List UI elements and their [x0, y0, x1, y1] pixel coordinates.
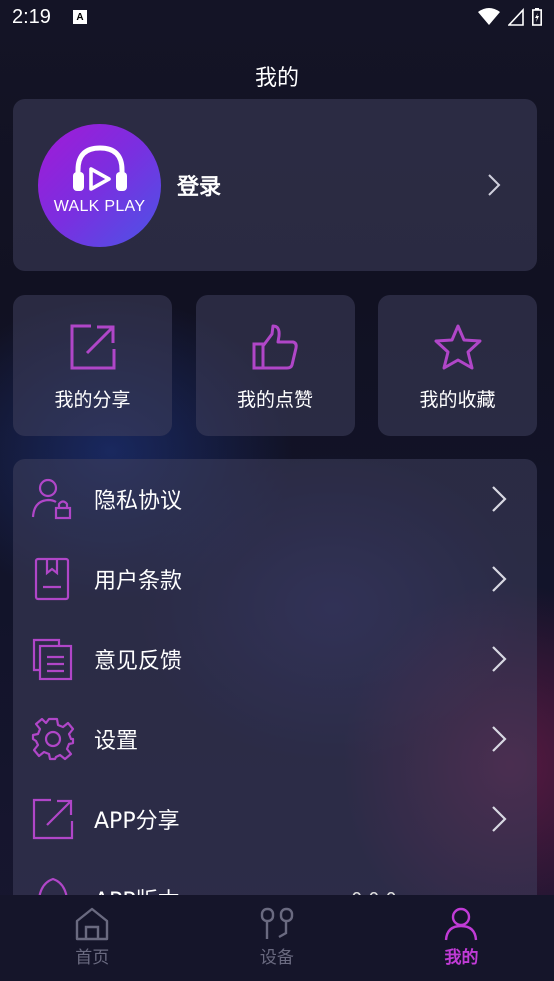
tab-device[interactable]: 设备 [185, 895, 370, 981]
user-icon [445, 907, 478, 941]
settings-menu: 隐私协议 用户条款 意见反馈 设置 APP分享 0.0.0 [13, 459, 537, 899]
tab-label: 我的 [444, 948, 479, 968]
menu-item-settings[interactable]: 设置 [13, 699, 537, 779]
menu-item-terms[interactable]: 用户条款 [13, 539, 537, 619]
page-title: 我的 [254, 66, 299, 91]
chevron-right-icon [492, 566, 507, 592]
signal-icon [508, 8, 524, 26]
notification-icon: A [72, 10, 87, 24]
tab-label: 首页 [75, 948, 110, 968]
quick-label: 我的收藏 [419, 389, 496, 411]
earbuds-icon [260, 907, 294, 939]
thumbs-up-icon [252, 324, 298, 370]
tab-mine[interactable]: 我的 [369, 895, 554, 981]
quick-actions: 我的分享 我的点赞 我的收藏 [13, 295, 537, 436]
menu-item-label: 隐私协议 [94, 489, 183, 514]
chevron-right-icon [492, 726, 507, 752]
avatar: WALK PLAY [38, 123, 161, 247]
tab-label: 设备 [259, 948, 294, 968]
gear-icon [31, 717, 75, 761]
share-icon [70, 324, 115, 370]
tab-home[interactable]: 首页 [0, 895, 185, 981]
menu-item-label: APP分享 [94, 809, 180, 834]
chevron-right-icon [488, 174, 501, 196]
star-icon [434, 324, 481, 370]
share-icon [32, 798, 74, 840]
my-share-tile[interactable]: 我的分享 [13, 295, 172, 436]
menu-item-label: 意见反馈 [94, 649, 183, 674]
bottom-tab-bar: 首页 设备 我的 [0, 895, 554, 981]
menu-item-label: 设置 [94, 729, 139, 754]
status-time: 2:19 [12, 5, 51, 28]
wifi-icon [478, 8, 500, 25]
chevron-right-icon [492, 646, 507, 672]
avatar-brand-text: WALK PLAY [53, 197, 146, 215]
quick-label: 我的点赞 [236, 389, 313, 411]
menu-item-app-version[interactable]: APP版本 0.0.0 [13, 859, 537, 899]
battery-icon [532, 8, 542, 26]
quick-label: 我的分享 [54, 389, 131, 411]
menu-item-feedback[interactable]: 意见反馈 [13, 619, 537, 699]
privacy-user-lock-icon [31, 478, 72, 520]
terms-book-icon [34, 557, 70, 601]
login-card[interactable]: WALK PLAY 登录 [13, 99, 537, 271]
headphones-play-icon [72, 144, 127, 191]
chevron-right-icon [492, 486, 507, 512]
chevron-right-icon [492, 806, 507, 832]
home-icon [76, 907, 109, 941]
menu-item-label: 用户条款 [94, 569, 183, 594]
menu-item-app-share[interactable]: APP分享 [13, 779, 537, 859]
login-label[interactable]: 登录 [177, 169, 221, 201]
status-bar: 2:19 A [0, 0, 554, 34]
my-favorites-tile[interactable]: 我的收藏 [378, 295, 537, 436]
feedback-document-icon [32, 638, 73, 681]
my-likes-tile[interactable]: 我的点赞 [195, 295, 355, 436]
menu-item-privacy[interactable]: 隐私协议 [13, 459, 537, 539]
